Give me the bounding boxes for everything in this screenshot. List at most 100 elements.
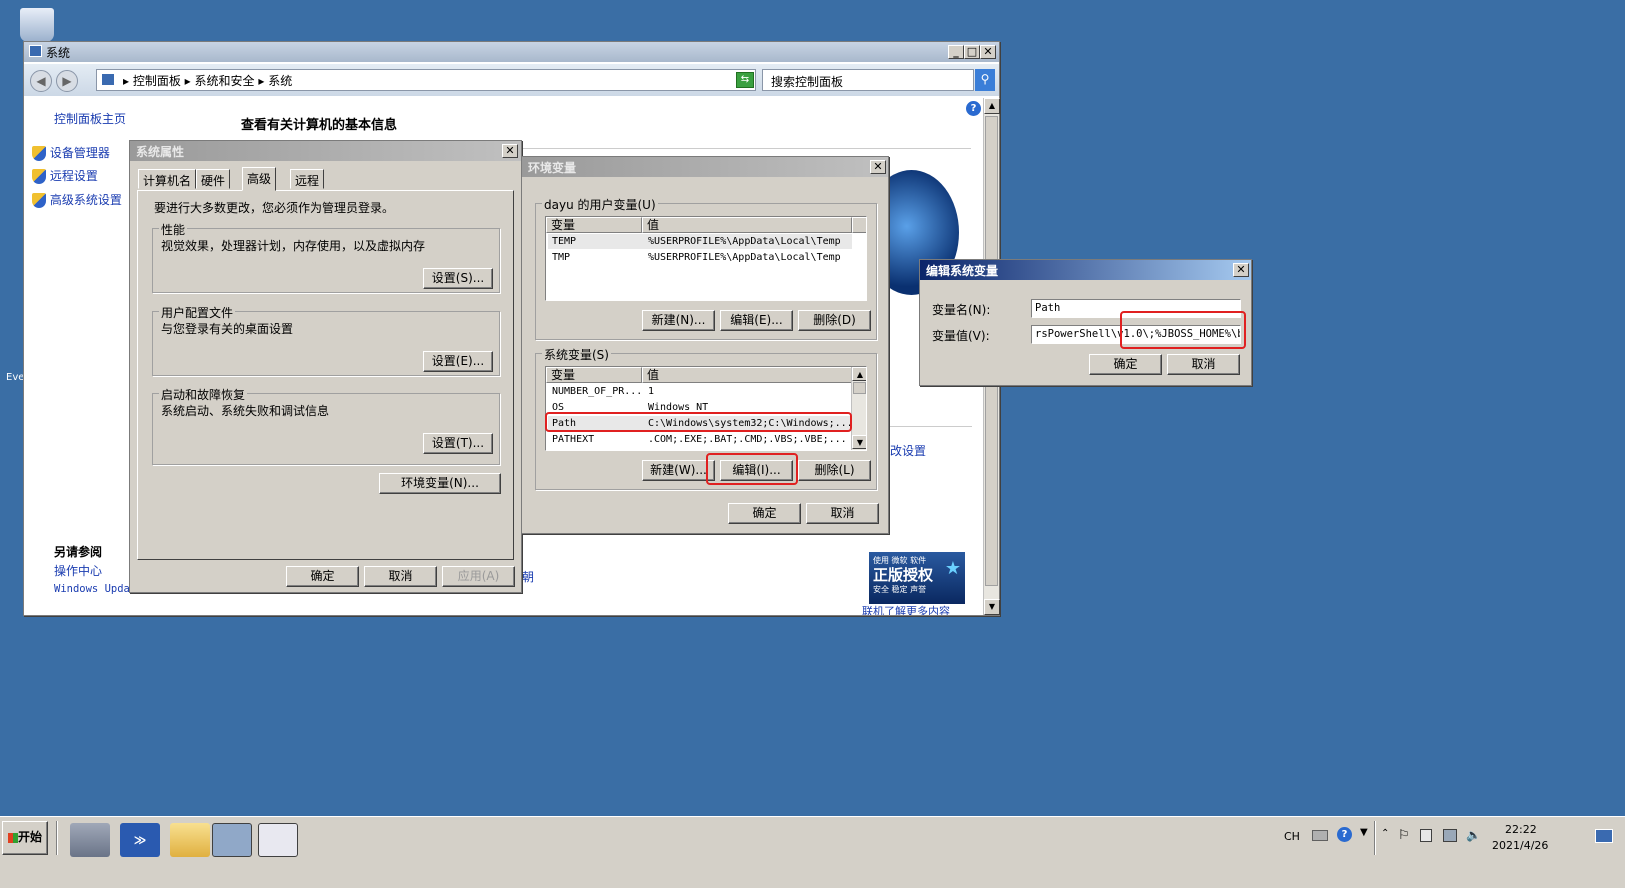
flag-icon[interactable]: ⚐ xyxy=(1398,828,1410,843)
list-item[interactable]: TEMP %USERPROFILE%\AppData\Local\Temp xyxy=(548,234,852,249)
forward-button[interactable]: ▶ xyxy=(56,70,78,92)
group-label: dayu 的用户变量(U) xyxy=(542,196,658,213)
shield-icon xyxy=(32,193,46,208)
show-hidden-icons[interactable]: ⌃ xyxy=(1381,828,1389,839)
ok-button[interactable]: 确定 xyxy=(728,503,801,524)
server-manager-icon[interactable] xyxy=(70,823,110,857)
show-desktop-icon[interactable] xyxy=(1595,829,1613,843)
user-edit-button[interactable]: 编辑(E)... xyxy=(720,310,793,331)
keyboard-icon[interactable] xyxy=(1312,830,1328,841)
explorer-folder-icon[interactable] xyxy=(170,823,210,857)
tray-arrow-icon[interactable]: ▼ xyxy=(1360,827,1368,838)
system-new-button[interactable]: 新建(W)... xyxy=(642,460,715,481)
network-icon[interactable] xyxy=(1443,829,1457,842)
desktop-icon-label: Eve xyxy=(6,372,25,383)
back-button[interactable]: ◀ xyxy=(30,70,52,92)
control-panel-icon[interactable] xyxy=(212,823,252,857)
column-header-variable[interactable]: 变量 xyxy=(546,367,642,383)
list-item[interactable]: NUMBER_OF_PR... 1 xyxy=(548,384,852,399)
see-also-windows-update[interactable]: Windows Update xyxy=(54,583,129,595)
genuine-badge[interactable]: 使用 微软 软件 正版授权 安全 稳定 声誉 ★ xyxy=(869,552,965,604)
startup-settings-button[interactable]: 设置(T)... xyxy=(423,433,493,454)
search-icon[interactable]: ⚲ xyxy=(975,69,995,91)
minimize-button[interactable]: _ xyxy=(948,45,964,59)
clock-date[interactable]: 2021/4/26 xyxy=(1492,839,1548,852)
close-button[interactable]: ✕ xyxy=(870,160,886,174)
system-window-titlebar[interactable]: 系统 xyxy=(24,42,999,62)
genuine-sub: 安全 稳定 声誉 xyxy=(873,585,927,594)
sidebar-item-advanced[interactable]: 高级系统设置 xyxy=(32,191,122,208)
system-delete-button[interactable]: 删除(L) xyxy=(798,460,871,481)
column-header-filler xyxy=(852,217,866,233)
scroll-down-arrow[interactable]: ▼ xyxy=(852,435,866,449)
genuine-link[interactable]: 联机了解更多内容 xyxy=(862,603,950,615)
column-header-variable[interactable]: 变量 xyxy=(546,217,642,233)
ok-button[interactable]: 确定 xyxy=(1089,354,1162,375)
dialog-titlebar[interactable]: 系统属性 xyxy=(130,141,521,161)
admin-note: 要进行大多数更改，您必须作为管理员登录。 xyxy=(154,201,395,215)
var-name: TEMP xyxy=(552,236,577,247)
tab-advanced[interactable]: 高级 xyxy=(242,167,277,191)
close-button[interactable]: ✕ xyxy=(980,45,996,59)
cancel-button[interactable]: 取消 xyxy=(364,566,437,587)
column-header-value[interactable]: 值 xyxy=(642,367,852,383)
change-settings-link[interactable]: 改设置 xyxy=(890,442,926,459)
column-header-value[interactable]: 值 xyxy=(642,217,852,233)
apply-button[interactable]: 应用(A) xyxy=(442,566,515,587)
sidebar-item-remote-settings[interactable]: 远程设置 xyxy=(32,167,98,184)
ok-button[interactable]: 确定 xyxy=(286,566,359,587)
window-title: 系统 xyxy=(46,46,71,60)
var-value: 1 xyxy=(648,386,655,397)
dialog-titlebar[interactable]: 编辑系统变量 xyxy=(920,260,1251,280)
address-bar[interactable]: ▸ 控制面板 ▸ 系统和安全 ▸ 系统 ▼ xyxy=(96,69,756,91)
tab-hardware[interactable]: 硬件 xyxy=(196,169,231,189)
help-icon[interactable]: ? xyxy=(966,101,981,116)
tab-computer-name[interactable]: 计算机名 xyxy=(138,169,197,189)
close-button[interactable]: ✕ xyxy=(1233,263,1249,277)
sidebar-home-link[interactable]: 控制面板主页 xyxy=(54,110,126,127)
taskbar: 开始 ≫ CH ? ▼ ⌃ ⚐ 🔈 22:22 2021/4/26 xyxy=(0,816,1625,888)
recycle-bin-icon[interactable] xyxy=(20,8,54,42)
var-name: NUMBER_OF_PR... xyxy=(552,386,643,397)
clock-time[interactable]: 22:22 xyxy=(1505,823,1537,836)
cancel-button[interactable]: 取消 xyxy=(1167,354,1240,375)
start-button[interactable]: 开始 xyxy=(2,821,48,855)
variable-value-label: 变量值(V): xyxy=(932,329,990,343)
system-window-taskbar-icon[interactable] xyxy=(258,823,298,857)
breadcrumb-item[interactable]: 系统和安全 xyxy=(195,74,255,88)
system-variables-list[interactable]: 变量 值 NUMBER_OF_PR... 1 OS Windows_NT Pat… xyxy=(545,366,867,451)
tab-remote[interactable]: 远程 xyxy=(290,169,325,189)
profile-settings-button[interactable]: 设置(E)... xyxy=(423,351,493,372)
volume-icon[interactable]: 🔈 xyxy=(1466,828,1481,842)
list-item[interactable]: PATHEXT .COM;.EXE;.BAT;.CMD;.VBS;.VBE;..… xyxy=(548,432,852,447)
close-button[interactable]: ✕ xyxy=(502,144,518,158)
sidebar-item-device-manager[interactable]: 设备管理器 xyxy=(32,144,110,161)
system-properties-dialog: 系统属性 ✕ 计算机名 硬件 高级 远程 要进行大多数更改，您必须作为管理员登录… xyxy=(129,140,522,593)
partial-link[interactable]: 朝 xyxy=(522,568,534,585)
see-also-action-center[interactable]: 操作中心 xyxy=(54,562,102,579)
cancel-button[interactable]: 取消 xyxy=(806,503,879,524)
scroll-up-arrow[interactable]: ▲ xyxy=(984,98,1000,114)
list-item[interactable]: TMP %USERPROFILE%\AppData\Local\Temp xyxy=(548,250,852,265)
scroll-thumb[interactable] xyxy=(853,382,866,394)
user-new-button[interactable]: 新建(N)... xyxy=(642,310,715,331)
user-variables-list[interactable]: 变量 值 TEMP %USERPROFILE%\AppData\Local\Te… xyxy=(545,216,867,301)
maximize-button[interactable]: □ xyxy=(964,45,980,59)
powershell-icon[interactable]: ≫ xyxy=(120,823,160,857)
help-icon[interactable]: ? xyxy=(1337,827,1352,842)
group-desc: 系统启动、系统失败和调试信息 xyxy=(161,404,330,418)
user-delete-button[interactable]: 删除(D) xyxy=(798,310,871,331)
performance-settings-button[interactable]: 设置(S)... xyxy=(423,268,493,289)
search-input[interactable]: 搜索控制面板 xyxy=(762,69,974,91)
environment-variables-button[interactable]: 环境变量(N)... xyxy=(379,473,501,494)
scroll-up-arrow[interactable]: ▲ xyxy=(852,367,866,381)
list-scrollbar[interactable]: ▲ ▼ xyxy=(851,367,866,450)
scroll-down-arrow[interactable]: ▼ xyxy=(984,599,1000,615)
device-icon[interactable] xyxy=(1420,829,1432,842)
language-indicator[interactable]: CH xyxy=(1284,830,1300,843)
breadcrumb-item[interactable]: 控制面板 xyxy=(133,74,181,88)
breadcrumb-item[interactable]: 系统 xyxy=(268,74,292,88)
user-profiles-group: 用户配置文件 与您登录有关的桌面设置 设置(E)... xyxy=(152,304,500,376)
dialog-titlebar[interactable]: 环境变量 xyxy=(522,157,888,177)
refresh-icon[interactable]: ⇆ xyxy=(736,72,754,88)
